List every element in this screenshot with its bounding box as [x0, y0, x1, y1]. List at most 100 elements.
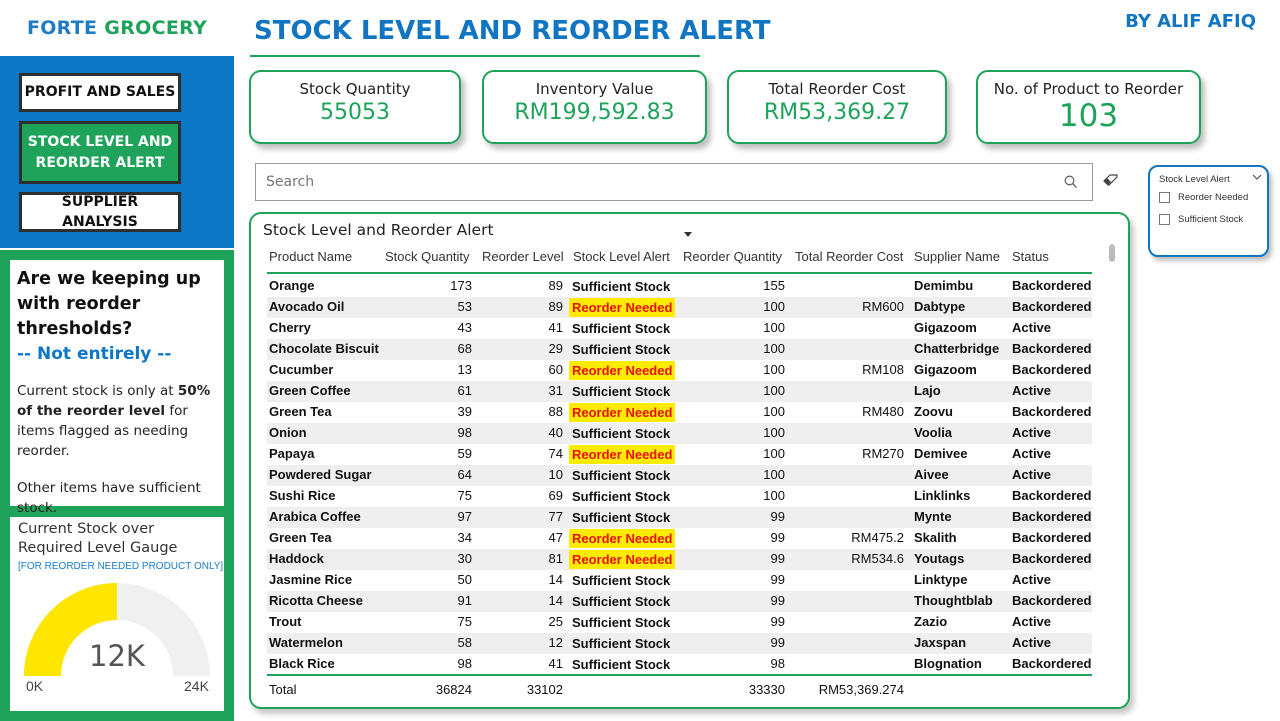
table-row[interactable]: Powdered Sugar 64 10 100 Aivee Active Sufficie…: [267, 465, 1092, 486]
cell-reorder-quantity: 100: [763, 299, 785, 314]
cell-product-name: Green Coffee: [269, 383, 351, 398]
cell-supplier-name: Gigazoom: [914, 362, 977, 377]
nav-stock-label-line2: REORDER ALERT: [35, 154, 165, 171]
search-input[interactable]: [255, 163, 1093, 201]
nav-supplier-analysis-button[interactable]: SUPPLIER ANALYSIS: [19, 192, 181, 232]
insight-card: Are we keeping up with reorder threshold…: [10, 260, 224, 516]
stock-alert-badge: Sufficient Stock: [572, 426, 671, 441]
cell-product-name: Arabica Coffee: [269, 509, 361, 524]
cell-product-name: Green Tea: [269, 404, 332, 419]
kpi-products-to-reorder: No. of Product to Reorder 103: [976, 70, 1201, 144]
slicer-option-sufficient-stock[interactable]: Sufficient Stock: [1159, 214, 1243, 225]
cell-stock-quantity: 50: [457, 572, 472, 587]
table-row[interactable]: Orange 173 89 155 Demimbu Backordered Sufficie…: [267, 276, 1092, 297]
table-row[interactable]: Chocolate Biscuit 68 29 100 Chatterbridge Bac…: [267, 339, 1092, 360]
cell-reorder-quantity: 155: [763, 278, 785, 293]
checkbox[interactable]: [1159, 192, 1170, 203]
cell-total-reorder-cost: RM270: [862, 446, 904, 461]
stock-alert-badge: Reorder Needed: [569, 361, 676, 380]
gauge-title: Current Stock over Required Level Gauge: [18, 521, 178, 556]
cell-product-name: Papaya: [269, 446, 315, 461]
cell-reorder-quantity: 100: [763, 404, 785, 419]
col-reorder-quantity[interactable]: Reorder Quantity: [683, 249, 782, 264]
table-row[interactable]: Onion 98 40 100 Voolia Active Sufficient Stock: [267, 423, 1092, 444]
cell-supplier-name: Youtags: [914, 551, 965, 566]
checkbox[interactable]: [1159, 214, 1170, 225]
cell-reorder-level: 89: [548, 299, 563, 314]
nav-profit-label: PROFIT AND SALES: [24, 84, 176, 101]
kpi-stock-quantity-value: 55053: [320, 100, 390, 125]
total-reorder-quantity: 33330: [748, 682, 785, 697]
table-row[interactable]: Green Coffee 61 31 100 Lajo Active Sufficient …: [267, 381, 1092, 402]
eraser-icon[interactable]: [1103, 174, 1119, 186]
cell-reorder-level: 29: [548, 341, 563, 356]
search-icon[interactable]: [1064, 175, 1078, 189]
cell-reorder-level: 88: [548, 404, 563, 419]
nav-panel: PROFIT AND SALES STOCK LEVEL AND REORDER…: [0, 56, 234, 248]
cell-product-name: Powdered Sugar: [269, 467, 372, 482]
cell-reorder-level: 10: [548, 467, 563, 482]
cell-product-name: Trout: [269, 614, 302, 629]
table-row[interactable]: Avocado Oil 53 89 100 RM600 Dabtype Backordere…: [267, 297, 1092, 318]
table-row[interactable]: Jasmine Rice 50 14 99 Linktype Active Sufficie…: [267, 570, 1092, 591]
table-title: Stock Level and Reorder Alert: [263, 221, 494, 239]
stock-table-panel: Stock Level and Reorder Alert Product Na…: [249, 212, 1130, 709]
cell-status: Active: [1012, 383, 1052, 398]
table-row[interactable]: Haddock 30 81 99 RM534.6 Youtags Backordered Re…: [267, 549, 1092, 570]
cell-supplier-name: Zazio: [914, 614, 948, 629]
gauge-value: 12K: [89, 639, 145, 673]
col-total-reorder-cost[interactable]: Total Reorder Cost: [795, 249, 903, 264]
cell-product-name: Onion: [269, 425, 307, 440]
table-row[interactable]: Green Tea 39 88 100 RM480 Zoovu Backordered Reo…: [267, 402, 1092, 423]
cell-reorder-level: 31: [548, 383, 563, 398]
cell-reorder-level: 25: [548, 614, 563, 629]
nav-profit-sales-button[interactable]: PROFIT AND SALES: [19, 73, 181, 112]
slicer-option-reorder-needed[interactable]: Reorder Needed: [1159, 192, 1248, 203]
table-row[interactable]: Watermelon 58 12 99 Jaxspan Active Sufficient …: [267, 633, 1092, 654]
cell-status: Backordered: [1012, 509, 1092, 524]
stock-alert-badge: Sufficient Stock: [572, 342, 671, 357]
cell-stock-quantity: 13: [457, 362, 472, 377]
stock-alert-badge: Sufficient Stock: [572, 489, 671, 504]
cell-reorder-quantity: 98: [770, 656, 785, 671]
cell-reorder-quantity: 100: [763, 341, 785, 356]
cell-supplier-name: Zoovu: [914, 404, 953, 419]
sort-desc-icon[interactable]: [684, 232, 692, 237]
kpi-total-reorder-cost-label: Total Reorder Cost: [768, 80, 906, 98]
table-row[interactable]: Arabica Coffee 97 77 99 Mynte Backordered Suff…: [267, 507, 1092, 528]
col-product-name[interactable]: Product Name: [269, 249, 352, 264]
cell-supplier-name: Dabtype: [914, 299, 966, 314]
stock-alert-badge: Sufficient Stock: [572, 657, 671, 672]
stock-alert-badge: Reorder Needed: [569, 298, 676, 317]
cell-stock-quantity: 173: [450, 278, 472, 293]
cell-product-name: Cucumber: [269, 362, 334, 377]
table-row[interactable]: Trout 75 25 99 Zazio Active Sufficient Stock: [267, 612, 1092, 633]
cell-status: Active: [1012, 320, 1052, 335]
table-row[interactable]: Green Tea 34 47 99 RM475.2 Skalith Backordered…: [267, 528, 1092, 549]
table-row[interactable]: Cherry 43 41 100 Gigazoom Active Sufficient St…: [267, 318, 1092, 339]
table-row[interactable]: Papaya 59 74 100 RM270 Demivee Active Reorder N…: [267, 444, 1092, 465]
table-row[interactable]: Cucumber 13 60 100 RM108 Gigazoom Backordered R…: [267, 360, 1092, 381]
total-divider: [267, 674, 1092, 676]
cell-total-reorder-cost: RM108: [862, 362, 904, 377]
nav-stock-level-button[interactable]: STOCK LEVEL AND REORDER ALERT: [19, 121, 181, 184]
col-stock-quantity[interactable]: Stock Quantity: [385, 249, 470, 264]
stock-alert-badge: Reorder Needed: [569, 550, 676, 569]
table-scrollbar[interactable]: [1109, 244, 1115, 262]
col-supplier-name[interactable]: Supplier Name: [914, 249, 1000, 264]
col-status[interactable]: Status: [1012, 249, 1049, 264]
kpi-total-reorder-cost-value: RM53,369.27: [763, 100, 911, 125]
cell-product-name: Green Tea: [269, 530, 332, 545]
cell-stock-quantity: 68: [457, 341, 472, 356]
col-stock-level-alert[interactable]: Stock Level Alert: [573, 249, 670, 264]
gauge-max-label: 24K: [184, 678, 209, 694]
cell-reorder-quantity: 100: [763, 467, 785, 482]
cell-reorder-level: 60: [548, 362, 563, 377]
cell-status: Active: [1012, 446, 1052, 461]
col-reorder-level[interactable]: Reorder Level: [482, 249, 564, 264]
table-row[interactable]: Sushi Rice 75 69 100 Linklinks Backordered Suf…: [267, 486, 1092, 507]
insight-text-before: Current stock is only at: [17, 383, 178, 399]
table-row[interactable]: Ricotta Cheese 91 14 99 Thoughtblab Backorder…: [267, 591, 1092, 612]
table-row[interactable]: Black Rice 98 41 98 Blognation Backordered Suf…: [267, 654, 1092, 675]
chevron-down-icon[interactable]: [1252, 173, 1262, 181]
